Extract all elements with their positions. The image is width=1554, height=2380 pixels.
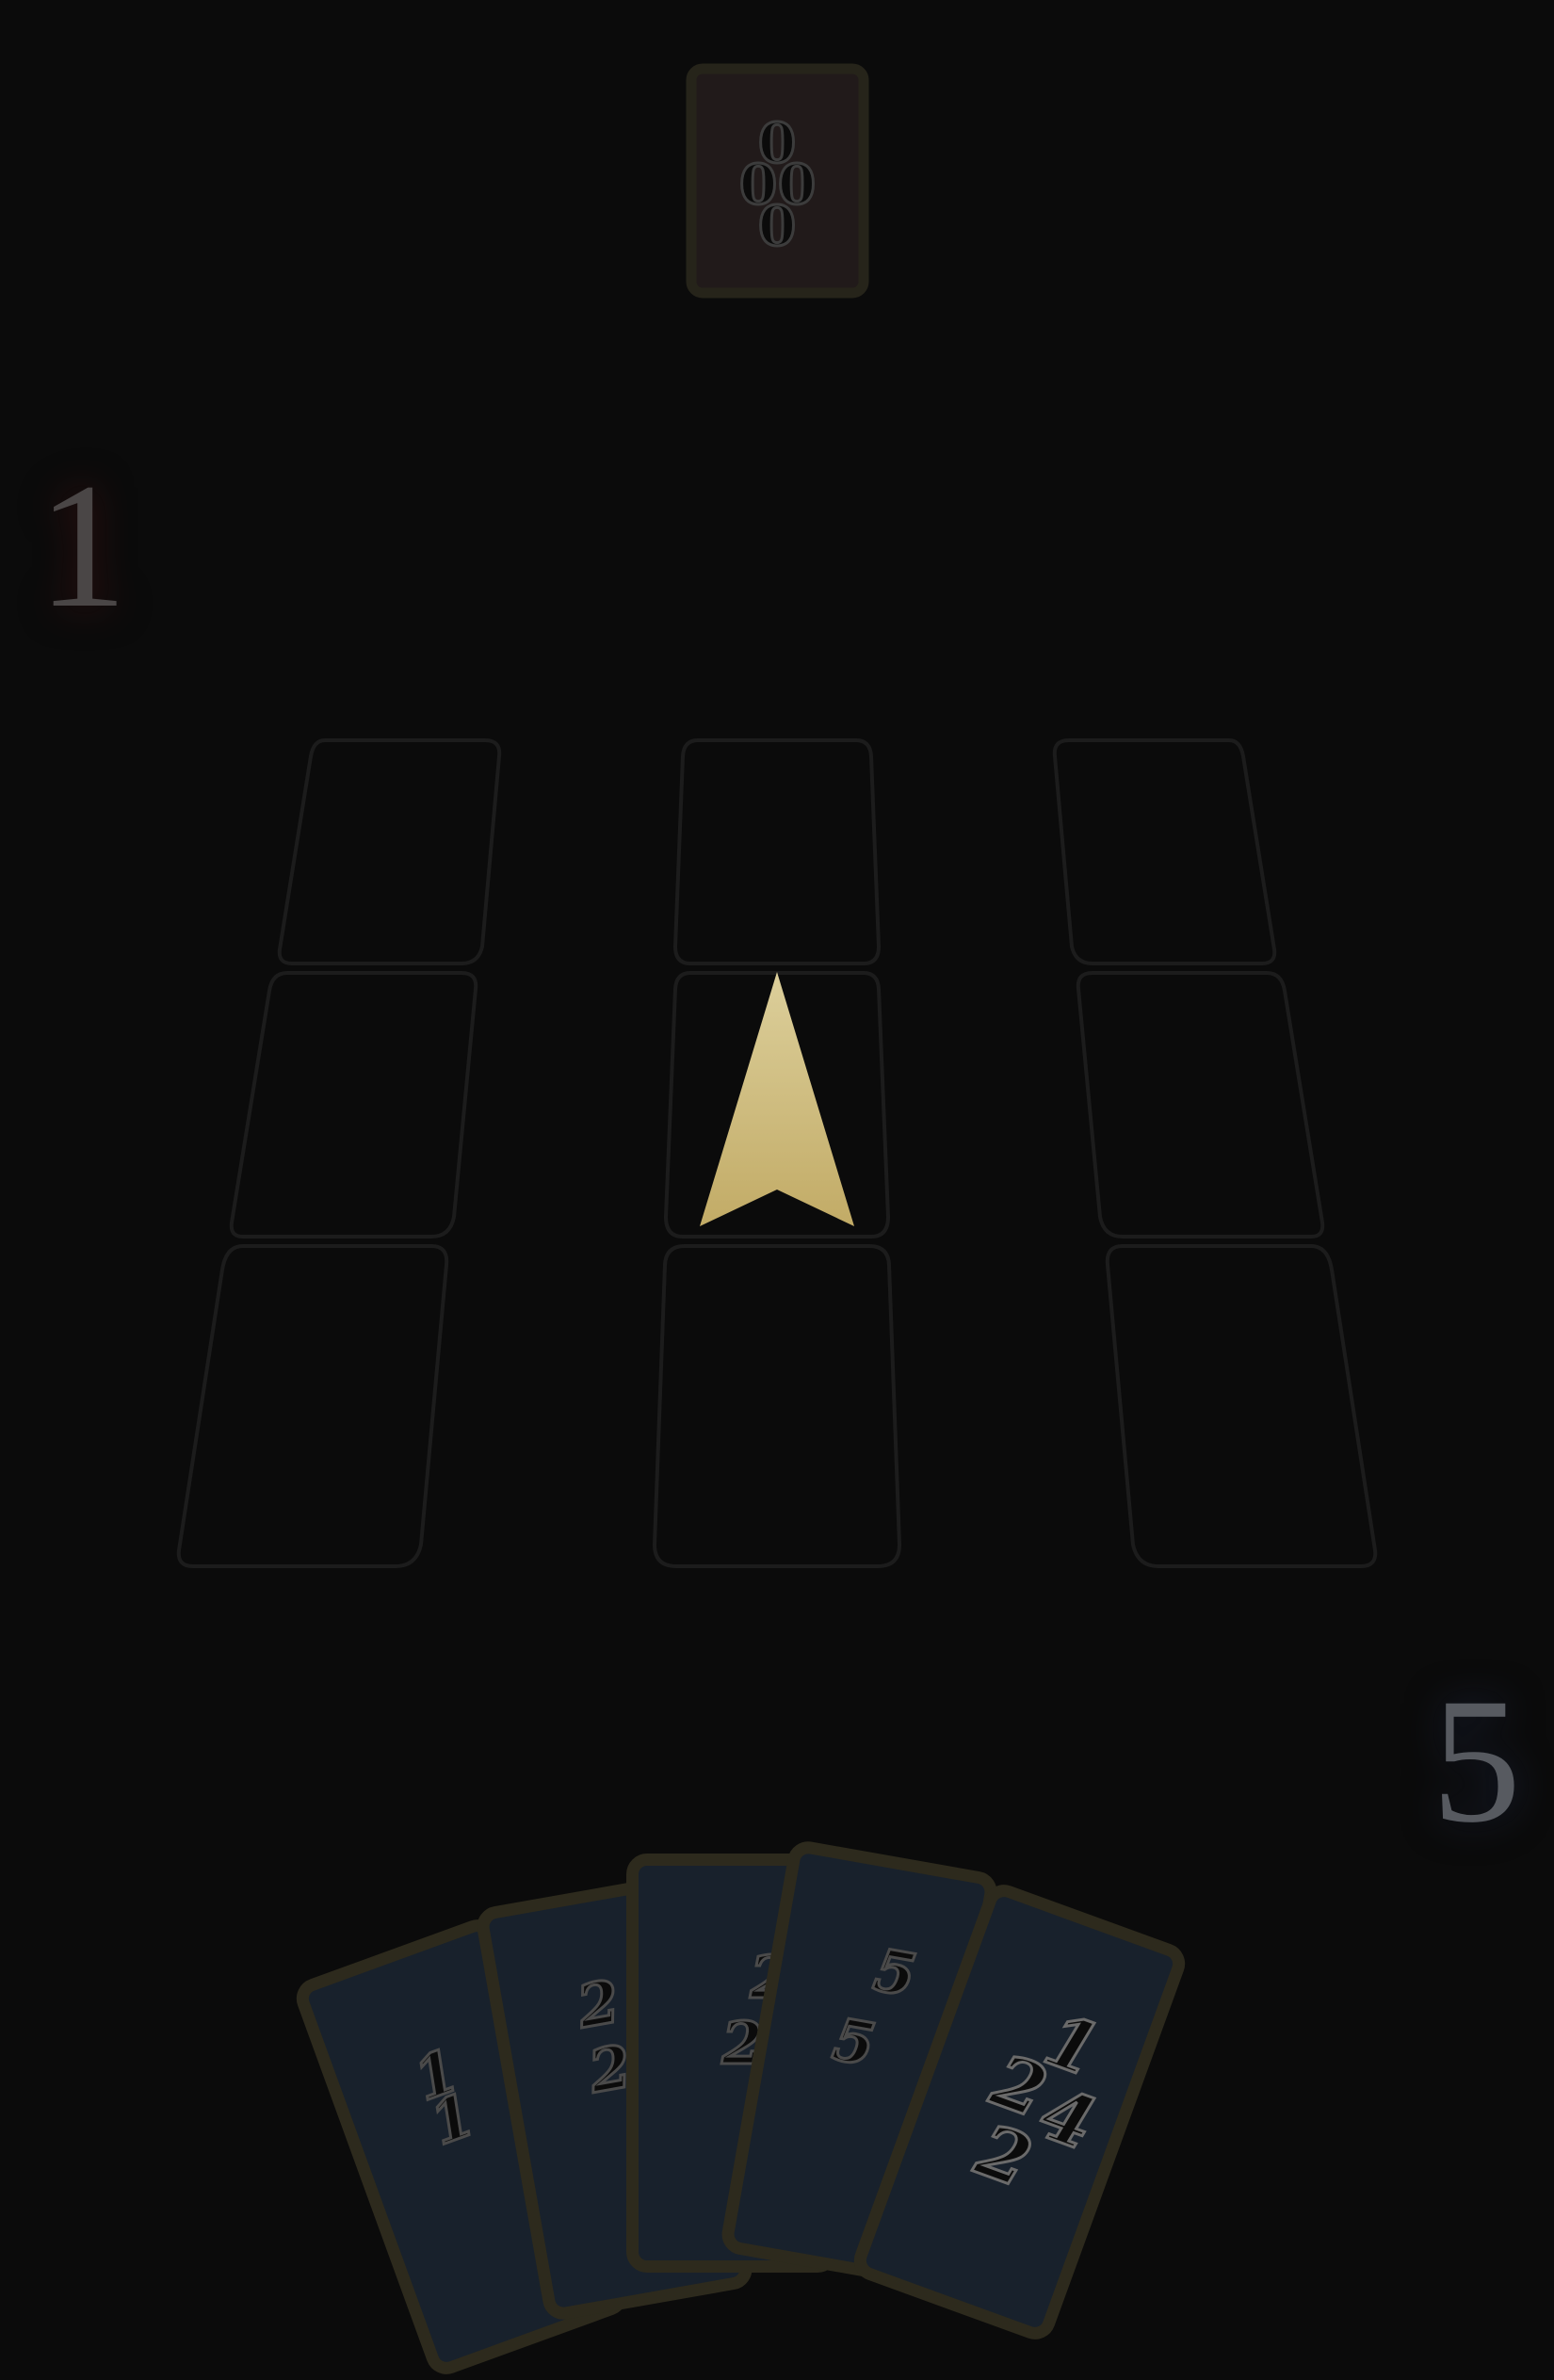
cursor-arrow-icon: [700, 972, 854, 1226]
board-cell-middle-right[interactable]: [1076, 971, 1325, 1239]
hand-card-pip: 2: [572, 1967, 624, 2042]
board-cell-middle-left[interactable]: [229, 971, 478, 1239]
hand-card-pip: 1: [422, 2080, 484, 2159]
board-cell-top-right[interactable]: [1052, 738, 1277, 965]
board-cell-bottom-left[interactable]: [176, 1244, 449, 1568]
board-cell-top-center[interactable]: [673, 738, 881, 965]
opponent-card[interactable]: 0 0 0 0: [686, 63, 869, 299]
board-cell-bottom-center[interactable]: [653, 1244, 901, 1568]
board-cell-top-left[interactable]: [277, 738, 502, 965]
opponent-card-pip: 0: [758, 194, 796, 258]
player-score-left: 1: [38, 447, 127, 645]
hand-card-pip: 5: [869, 1935, 921, 2010]
player-score-right: 5: [1432, 1662, 1521, 1860]
hand-card-pip: 5: [828, 2004, 880, 2079]
board-cell-bottom-right[interactable]: [1105, 1244, 1378, 1568]
hand-card-pip: 2: [965, 2108, 1042, 2204]
